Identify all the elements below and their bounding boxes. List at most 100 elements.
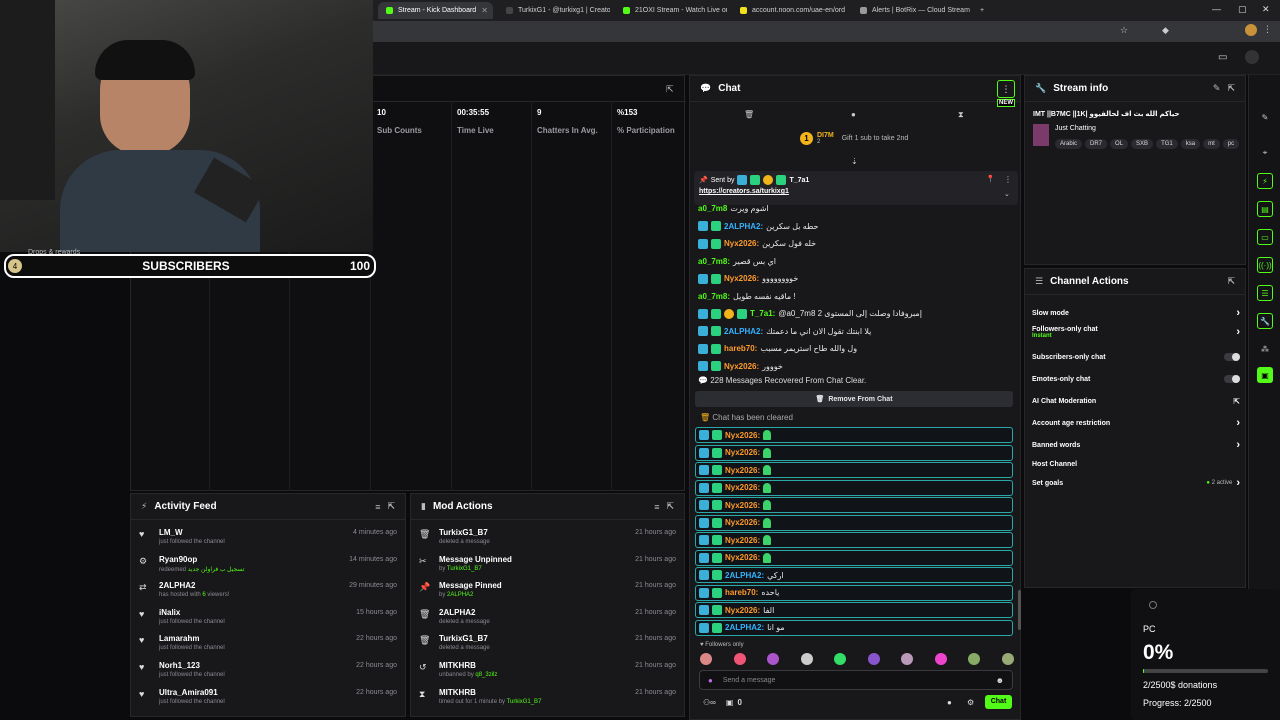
activity-user[interactable]: Norh1_123: [159, 659, 348, 670]
chat-username[interactable]: Nyx2026:: [725, 483, 760, 492]
chat-message[interactable]: Nyx2026: الفا: [695, 602, 1013, 618]
activity-row[interactable]: ⚙ Ryan90op redeemed تسجيل ب فراولن جديد 14 …: [131, 553, 405, 579]
chat-scrollbar[interactable]: [1018, 590, 1021, 630]
chat-message[interactable]: Nyx2026:: [695, 497, 1013, 513]
stream-tag[interactable]: pc: [1222, 139, 1240, 149]
chat-username[interactable]: hareb70:: [725, 588, 758, 597]
mod-action-by[interactable]: q8_3zilz: [475, 672, 497, 678]
people-icon[interactable]: ⚇∞: [703, 698, 716, 707]
chat-input[interactable]: ● Send a message ☻: [699, 670, 1013, 690]
chat-username[interactable]: a0_7m8:: [698, 257, 730, 266]
broadcast-icon[interactable]: ((·)): [1257, 257, 1273, 273]
mod-action-by[interactable]: TurkixG1_B7: [507, 699, 542, 705]
emote[interactable]: [733, 653, 746, 665]
mod-action-row[interactable]: 🗑 TurkixG1_B7 deleted a message 21 hours ag…: [411, 526, 684, 552]
chat-username[interactable]: a0_7m8:: [698, 292, 730, 301]
activity-user[interactable]: Ultra_Amira091: [159, 686, 348, 697]
emote[interactable]: [867, 653, 880, 665]
chat-message[interactable]: a0_7m8 اشوم ويرت: [698, 200, 769, 217]
stream-tag[interactable]: ksa: [1180, 139, 1201, 149]
chat-send-button[interactable]: Chat: [985, 695, 1012, 709]
trash-icon[interactable]: 🗑: [744, 110, 754, 119]
chat-message[interactable]: Nyx2026:: [695, 462, 1013, 478]
layers-icon[interactable]: ☰: [1257, 285, 1273, 301]
chat-username[interactable]: Nyx2026:: [725, 466, 760, 475]
edit-icon[interactable]: ✎: [1257, 109, 1273, 125]
emote[interactable]: [901, 653, 914, 665]
hourglass-icon[interactable]: ⧗: [958, 110, 964, 120]
mod-action-row[interactable]: ✂ Message Unpinned by TurkixG1_B7 21 hours …: [411, 553, 684, 579]
browser-tab[interactable]: Stream - Kick Dashboard ✕: [378, 2, 493, 19]
gift-leaderboard[interactable]: 1 DI7M 2 Gift 1 sub to take 2nd: [800, 132, 908, 145]
chevron-right-icon[interactable]: ›: [1236, 326, 1240, 338]
chevron-right-icon[interactable]: ›: [1236, 307, 1240, 319]
maximize-icon[interactable]: ▢: [1238, 4, 1247, 15]
activity-user[interactable]: Ryan90op: [159, 553, 341, 564]
remove-from-chat-button[interactable]: 🗑 Remove From Chat: [695, 391, 1013, 407]
activity-row[interactable]: ♥ Lamarahm just followed the channel 22 hou…: [131, 632, 405, 658]
gift-icon[interactable]: ▣: [726, 698, 734, 707]
chat-message[interactable]: Nyx2026:: [695, 549, 1013, 566]
chat-username[interactable]: 2ALPHA2:: [725, 623, 764, 632]
message-icon[interactable]: ●: [947, 698, 952, 707]
crosshair-icon[interactable]: ⌖: [1257, 145, 1273, 161]
stream-tag[interactable]: Arabic: [1055, 139, 1083, 149]
chat-message[interactable]: 2ALPHA2: مو انا: [695, 619, 1013, 636]
chat-username[interactable]: Nyx2026:: [725, 518, 760, 527]
chat-message[interactable]: hareb70: ياحده: [695, 584, 1013, 601]
close-tab-icon[interactable]: ✕: [481, 6, 488, 15]
smiley-icon[interactable]: ☻: [996, 676, 1004, 685]
minimize-icon[interactable]: —: [1212, 4, 1221, 14]
mod-action-title[interactable]: Message Pinned: [439, 579, 627, 590]
emote[interactable]: [800, 653, 813, 665]
mod-action-row[interactable]: ⧗ MITKHRB timed out for 1 minute by Turkix…: [411, 686, 684, 712]
new-tab-button[interactable]: +: [972, 2, 992, 19]
chevron-right-icon[interactable]: ›: [1236, 477, 1240, 489]
chat-username[interactable]: Nyx2026:: [725, 431, 760, 440]
stream-tag[interactable]: SXB: [1131, 139, 1154, 149]
chat-message[interactable]: Nyx2026:: [695, 479, 1013, 496]
chat-message[interactable]: Nyx2026: خووور: [698, 358, 783, 375]
activity-user[interactable]: Lamarahm: [159, 632, 348, 643]
kick-app-icon[interactable]: ▣: [1257, 367, 1273, 383]
stream-tag[interactable]: mt: [1203, 139, 1220, 149]
edit-icon[interactable]: ✎: [1213, 83, 1221, 94]
chat-username[interactable]: T_7a1:: [750, 309, 775, 318]
close-window-icon[interactable]: ✕: [1262, 4, 1270, 15]
activity-user[interactable]: LM_W: [159, 526, 345, 537]
activity-row[interactable]: ⇄ 2ALPHA2 has hosted with 6 viewers! 29 min…: [131, 579, 405, 605]
channel-action-account-age-restriction[interactable]: Account age restriction ›: [1032, 416, 1240, 430]
channel-action-ai-chat-moderation[interactable]: AI Chat Moderation ⇱: [1032, 394, 1240, 408]
activity-user[interactable]: iNalix: [159, 606, 348, 617]
chat-username[interactable]: Nyx2026:: [724, 239, 759, 248]
chat-message[interactable]: a0_7m8: اي بس قصير: [698, 253, 776, 270]
profile-avatar[interactable]: [1245, 24, 1257, 36]
emote[interactable]: [934, 653, 947, 665]
chat-username[interactable]: Nyx2026:: [725, 536, 760, 545]
chat-message[interactable]: Nyx2026: خله فول سكرين: [698, 235, 816, 252]
channel-action-slow-mode[interactable]: Slow mode ›: [1032, 306, 1240, 320]
chat-username[interactable]: Nyx2026:: [725, 553, 760, 562]
external-link-icon[interactable]: ⇱: [1233, 397, 1240, 406]
channel-action-emotes-only-chat[interactable]: Emotes-only chat: [1032, 372, 1240, 386]
document-icon[interactable]: ▤: [1257, 201, 1273, 217]
user-avatar[interactable]: [1245, 50, 1259, 64]
chat-username[interactable]: 2ALPHA2:: [724, 222, 763, 231]
chat-message[interactable]: 2ALPHA2: اركي: [695, 567, 1013, 583]
chat-menu-button[interactable]: ⋮: [997, 80, 1015, 98]
browser-tab[interactable]: Alerts | BotRix — Cloud Stream✕: [852, 2, 972, 19]
mod-action-title[interactable]: 2ALPHA2: [439, 606, 627, 617]
chat-username[interactable]: Nyx2026:: [724, 274, 759, 283]
activity-row[interactable]: ♥ Norh1_123 just followed the channel 22 ho…: [131, 659, 405, 685]
chevron-right-icon[interactable]: ›: [1236, 439, 1240, 451]
chat-message[interactable]: Nyx2026:: [695, 514, 1013, 531]
popout-icon[interactable]: ⇱: [387, 501, 395, 512]
mod-action-row[interactable]: 🗑 2ALPHA2 deleted a message 21 hours ago: [411, 606, 684, 632]
nodes-icon[interactable]: ⁂: [1257, 341, 1273, 357]
activity-user[interactable]: 2ALPHA2: [159, 579, 341, 590]
chevron-right-icon[interactable]: ›: [1236, 417, 1240, 429]
popout-icon[interactable]: ⇱: [1227, 276, 1235, 287]
settings-icon[interactable]: ⚙: [967, 698, 974, 707]
mod-action-title[interactable]: MITKHRB: [439, 659, 627, 670]
channel-action-banned-words[interactable]: Banned words ›: [1032, 438, 1240, 452]
